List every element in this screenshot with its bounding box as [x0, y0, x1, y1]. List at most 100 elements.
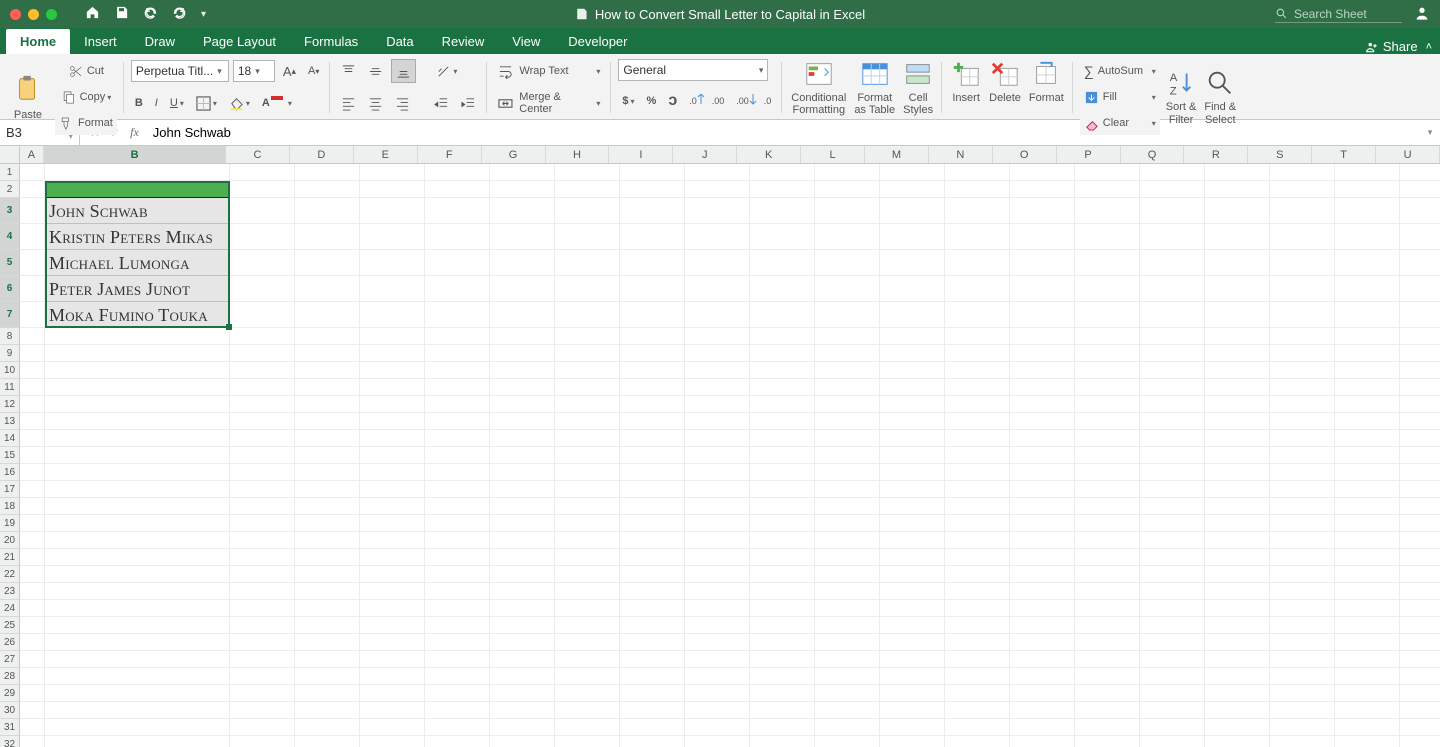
cell[interactable]: [1205, 345, 1270, 362]
cell[interactable]: [490, 617, 555, 634]
cell[interactable]: [620, 481, 685, 498]
cell[interactable]: [425, 617, 490, 634]
cell[interactable]: [1140, 164, 1205, 181]
cell[interactable]: [1270, 566, 1335, 583]
cell[interactable]: [20, 447, 45, 464]
cell[interactable]: [360, 651, 425, 668]
cell[interactable]: [295, 634, 360, 651]
cell[interactable]: [360, 634, 425, 651]
cell[interactable]: [45, 181, 230, 198]
cell[interactable]: [1400, 181, 1440, 198]
cell[interactable]: [945, 430, 1010, 447]
cell[interactable]: [490, 345, 555, 362]
cell[interactable]: [360, 685, 425, 702]
cell[interactable]: [1335, 396, 1400, 413]
cell[interactable]: [1010, 250, 1075, 276]
cell[interactable]: [360, 447, 425, 464]
cell[interactable]: [880, 736, 945, 747]
cell[interactable]: [815, 685, 880, 702]
cell[interactable]: [815, 651, 880, 668]
cell[interactable]: [750, 198, 815, 224]
increase-decimal-button[interactable]: .0.00: [685, 89, 728, 113]
cell[interactable]: [1205, 600, 1270, 617]
cell[interactable]: [685, 668, 750, 685]
cell[interactable]: [295, 685, 360, 702]
row-header[interactable]: 28: [0, 668, 20, 685]
cell[interactable]: [1400, 651, 1440, 668]
undo-icon[interactable]: [143, 5, 158, 23]
cell[interactable]: [20, 736, 45, 747]
cell[interactable]: [1400, 549, 1440, 566]
cell[interactable]: [490, 532, 555, 549]
col-header-J[interactable]: J: [673, 146, 737, 163]
cell[interactable]: [1270, 362, 1335, 379]
cell[interactable]: [1400, 447, 1440, 464]
cell[interactable]: [945, 447, 1010, 464]
align-middle-button[interactable]: [364, 59, 387, 83]
cell[interactable]: [230, 430, 295, 447]
font-size-combo[interactable]: 18▾: [233, 60, 275, 82]
cell[interactable]: [425, 447, 490, 464]
cell[interactable]: [1335, 617, 1400, 634]
cell[interactable]: [685, 498, 750, 515]
cell[interactable]: [750, 532, 815, 549]
cell[interactable]: [1010, 498, 1075, 515]
cell[interactable]: [750, 464, 815, 481]
cell[interactable]: [1075, 719, 1140, 736]
cell[interactable]: [1140, 250, 1205, 276]
cell[interactable]: [945, 651, 1010, 668]
cell[interactable]: [1205, 464, 1270, 481]
cell[interactable]: [20, 198, 45, 224]
cell[interactable]: [555, 719, 620, 736]
cell[interactable]: [815, 736, 880, 747]
cell[interactable]: [555, 447, 620, 464]
cell[interactable]: [295, 302, 360, 328]
cell[interactable]: [880, 702, 945, 719]
format-as-table-button[interactable]: Format as Table: [852, 59, 897, 116]
cell[interactable]: [880, 447, 945, 464]
cell[interactable]: [945, 276, 1010, 302]
row-header[interactable]: 7: [0, 302, 20, 328]
cell[interactable]: [45, 396, 230, 413]
cell[interactable]: [620, 736, 685, 747]
cell[interactable]: [1205, 250, 1270, 276]
cell[interactable]: [490, 181, 555, 198]
cell[interactable]: [490, 198, 555, 224]
cell[interactable]: [1140, 736, 1205, 747]
cell[interactable]: [360, 302, 425, 328]
cell[interactable]: [360, 181, 425, 198]
cell[interactable]: [555, 396, 620, 413]
cell[interactable]: [555, 634, 620, 651]
cell[interactable]: [20, 498, 45, 515]
cell[interactable]: [295, 413, 360, 430]
cell[interactable]: [685, 600, 750, 617]
cell[interactable]: [1270, 668, 1335, 685]
cell[interactable]: [295, 668, 360, 685]
cell[interactable]: [1270, 532, 1335, 549]
cell[interactable]: [1205, 181, 1270, 198]
cell[interactable]: [230, 396, 295, 413]
cell[interactable]: [1335, 250, 1400, 276]
cell[interactable]: [230, 345, 295, 362]
cell[interactable]: [1270, 413, 1335, 430]
cell[interactable]: [1400, 328, 1440, 345]
cell[interactable]: [815, 600, 880, 617]
cell[interactable]: [750, 276, 815, 302]
cell[interactable]: [750, 250, 815, 276]
cell[interactable]: [425, 583, 490, 600]
cell[interactable]: [750, 498, 815, 515]
cell[interactable]: [880, 600, 945, 617]
cell[interactable]: [1335, 668, 1400, 685]
cell[interactable]: [1400, 379, 1440, 396]
cell[interactable]: [45, 634, 230, 651]
decrease-font-button[interactable]: A▾: [304, 59, 323, 83]
cell[interactable]: [880, 250, 945, 276]
cell[interactable]: [1010, 328, 1075, 345]
comma-button[interactable]: ͻ: [664, 89, 681, 113]
cell[interactable]: [880, 430, 945, 447]
cell[interactable]: [1140, 276, 1205, 302]
row-header[interactable]: 27: [0, 651, 20, 668]
cell[interactable]: [425, 668, 490, 685]
col-header-E[interactable]: E: [354, 146, 418, 163]
cell[interactable]: [880, 617, 945, 634]
